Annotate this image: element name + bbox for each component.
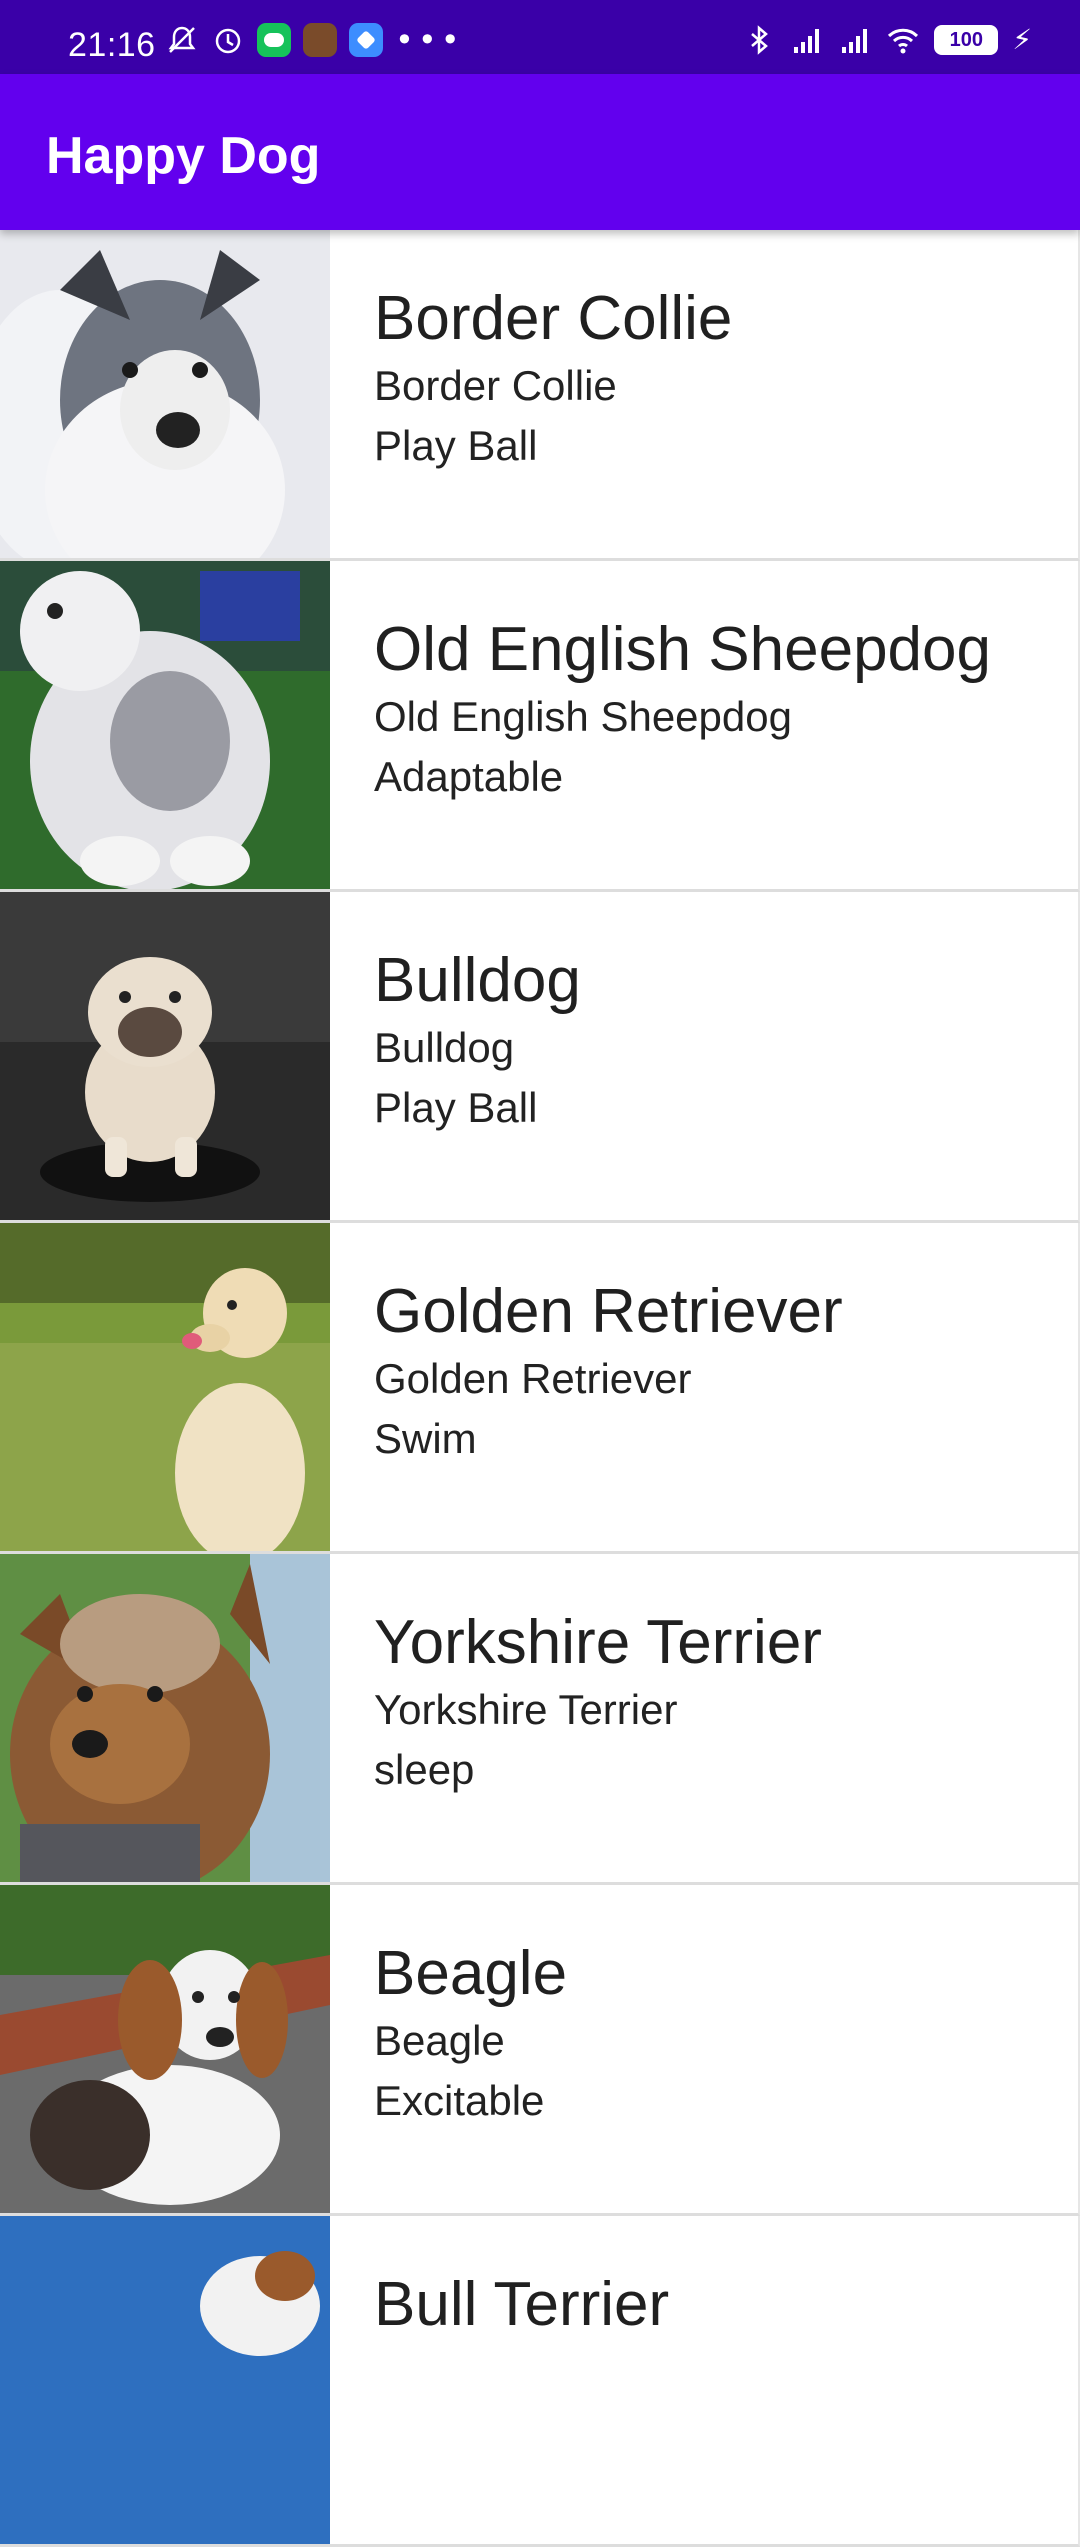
dog-breed: Golden Retriever <box>374 1355 692 1402</box>
charging-icon: ⚡ <box>1012 23 1032 56</box>
dog-breed: Border Collie <box>374 362 617 409</box>
dog-card[interactable]: Old English Sheepdog Old English Sheepdo… <box>0 561 1080 892</box>
dog-name: Beagle <box>374 1939 568 2008</box>
dog-name: Bulldog <box>374 946 581 1015</box>
dog-name: Border Collie <box>374 284 733 353</box>
sheepdog-photo <box>0 561 330 889</box>
dog-breed: Beagle <box>374 2017 505 2064</box>
dog-hobby: Swim <box>374 1415 477 1462</box>
status-bar: 21:16 ••• 100 ⚡ <box>0 0 1080 74</box>
dog-info: Golden Retriever Golden Retriever Swim <box>374 1275 843 1469</box>
dog-card[interactable]: Bull Terrier <box>0 2216 1080 2547</box>
dog-name: Yorkshire Terrier <box>374 1608 822 1677</box>
dog-info: Yorkshire Terrier Yorkshire Terrier slee… <box>374 1606 822 1800</box>
notification-icons: ••• <box>165 22 464 58</box>
dog-hobby: Excitable <box>374 2077 545 2124</box>
alarm-icon <box>215 28 241 54</box>
bluetooth-icon <box>751 25 769 55</box>
status-time: 21:16 <box>68 26 156 64</box>
dog-info: Old English Sheepdog Old English Sheepdo… <box>374 613 991 807</box>
dog-card[interactable]: Bulldog Bulldog Play Ball <box>0 892 1080 1223</box>
hd-signal-icon <box>842 29 868 53</box>
dog-hobby: Adaptable <box>374 753 564 800</box>
bulldog-photo <box>0 892 330 1220</box>
border-collie-photo <box>0 230 330 558</box>
dog-card[interactable]: Yorkshire Terrier Yorkshire Terrier slee… <box>0 1554 1080 1885</box>
dog-list[interactable]: Border Collie Border Collie Play Ball Ol… <box>0 230 1080 2547</box>
battery-icon: 100 <box>934 25 999 55</box>
dog-breed: Old English Sheepdog <box>374 693 792 740</box>
dog-hobby: Play Ball <box>374 1084 538 1131</box>
dog-card[interactable]: Border Collie Border Collie Play Ball <box>0 230 1080 561</box>
app-title: Happy Dog <box>46 127 321 185</box>
dog-card[interactable]: Beagle Beagle Excitable <box>0 1885 1080 2216</box>
yorkshire-terrier-photo <box>0 1554 330 1882</box>
dog-breed: Bulldog <box>374 1024 515 1071</box>
app-bar: Happy Dog <box>0 74 1080 230</box>
dog-breed: Yorkshire Terrier <box>374 1686 678 1733</box>
bull-terrier-photo <box>0 2216 330 2544</box>
game-icon <box>303 23 337 57</box>
more-dots-icon: ••• <box>395 21 464 59</box>
dog-hobby: Play Ball <box>374 422 538 469</box>
dog-name: Bull Terrier <box>374 2270 670 2339</box>
wifi-icon <box>888 28 919 54</box>
dog-card[interactable]: Golden Retriever Golden Retriever Swim <box>0 1223 1080 1554</box>
dog-hobby: sleep <box>374 1746 475 1793</box>
dog-name: Golden Retriever <box>374 1277 843 1346</box>
signal-icon <box>794 29 820 53</box>
mute-bell-icon <box>168 26 196 53</box>
dog-info: Beagle Beagle Excitable <box>374 1937 567 2131</box>
dog-name: Old English Sheepdog <box>374 615 992 684</box>
system-icons: 100 ⚡ <box>742 22 1032 58</box>
dog-info: Bulldog Bulldog Play Ball <box>374 944 581 1138</box>
dog-info: Bull Terrier <box>374 2268 669 2342</box>
wechat-icon <box>257 23 291 57</box>
golden-retriever-photo <box>0 1223 330 1551</box>
dog-info: Border Collie Border Collie Play Ball <box>374 282 732 476</box>
app-icon <box>349 23 383 57</box>
beagle-photo <box>0 1885 330 2213</box>
